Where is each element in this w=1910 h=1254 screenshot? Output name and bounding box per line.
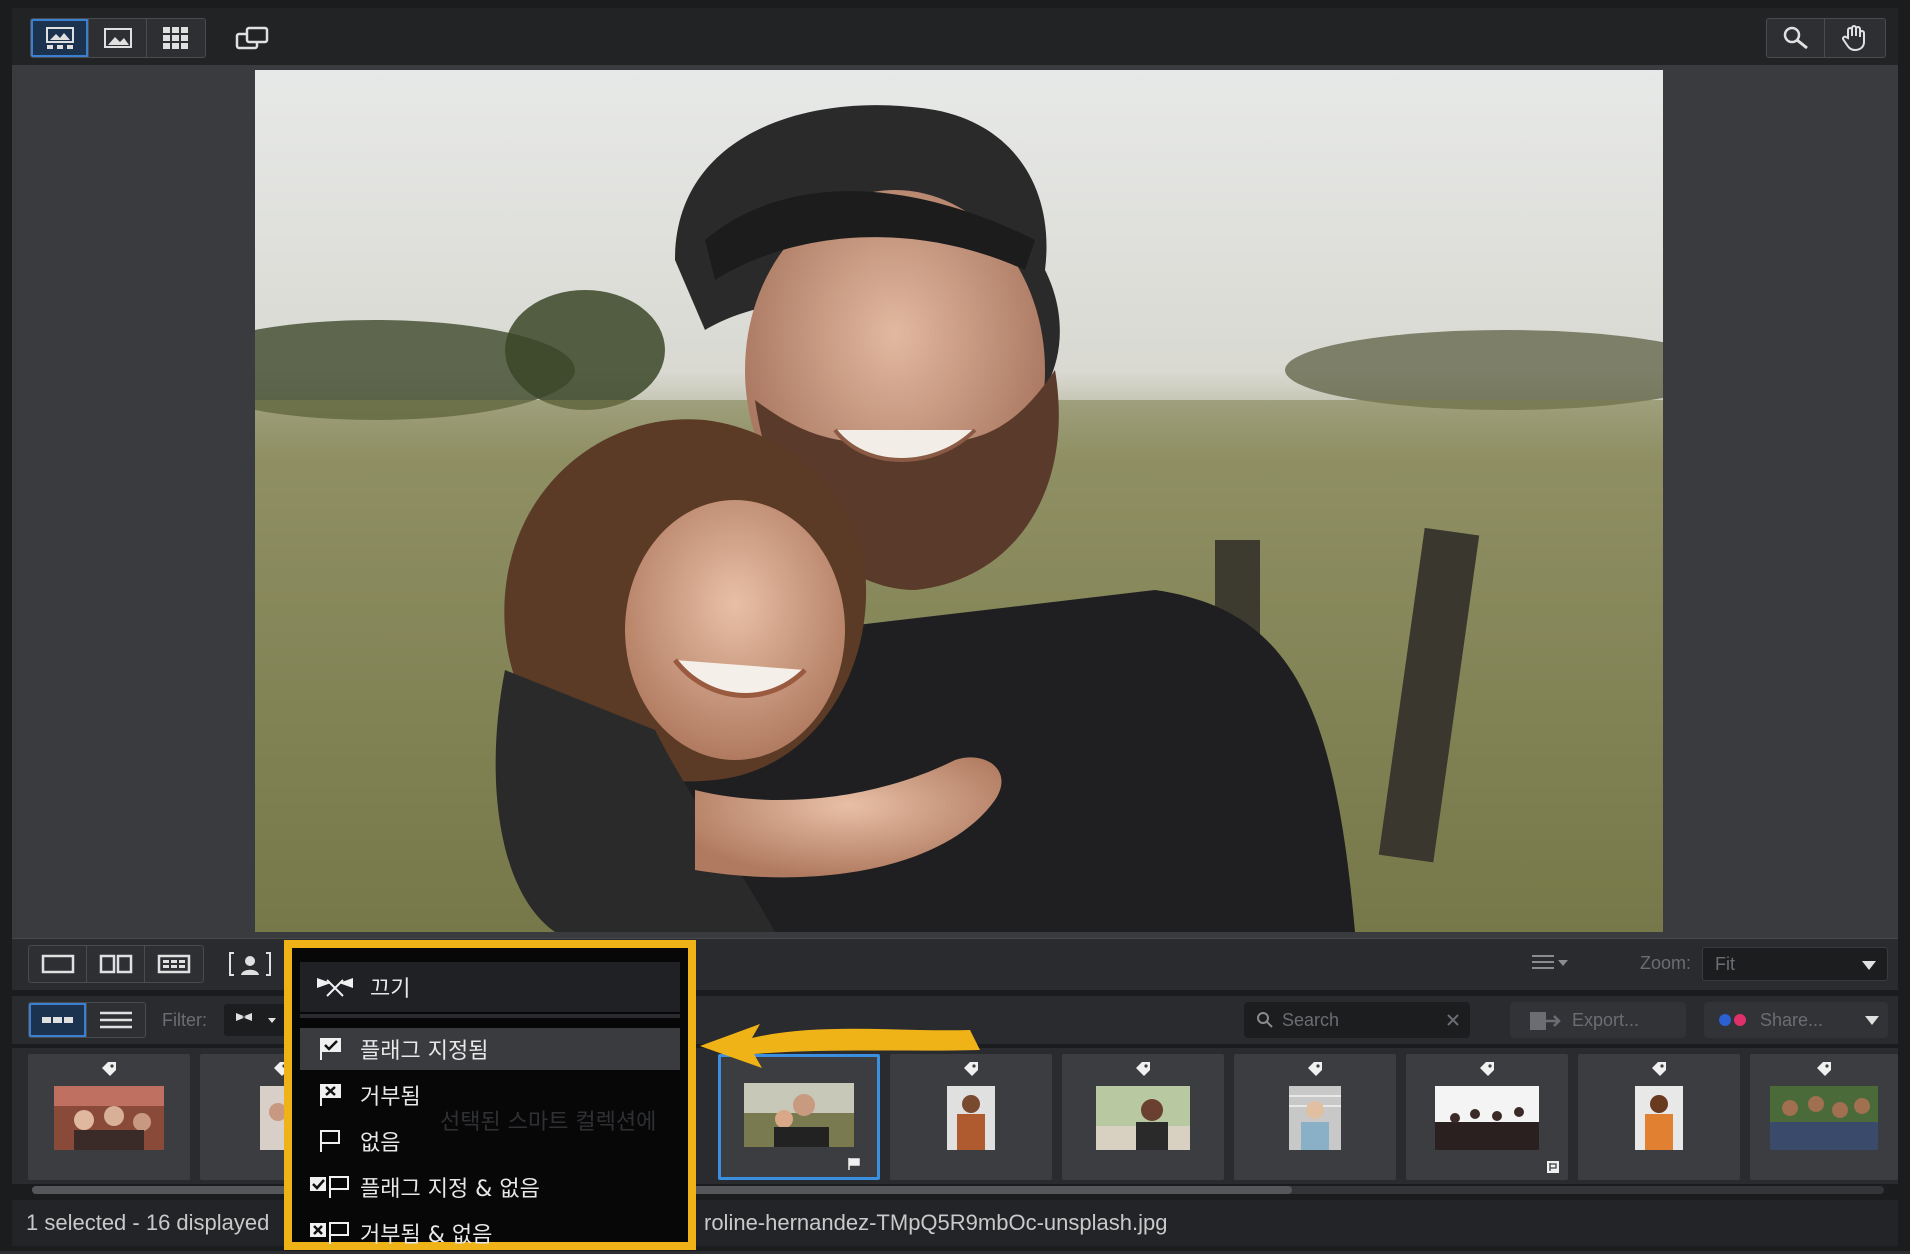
flag-menu-item-label: 플래그 지정됨	[360, 1039, 489, 1064]
unflagged-icon	[320, 1130, 340, 1152]
thumbnail-image	[54, 1086, 164, 1150]
grid-icon	[163, 27, 188, 49]
zoom-value: Fit	[1715, 954, 1735, 974]
list-view-button[interactable]	[87, 1003, 145, 1037]
strip-view-group	[28, 1002, 146, 1038]
chevron-down-icon[interactable]	[1864, 1014, 1880, 1026]
tag-icon	[1652, 1062, 1666, 1076]
zoom-tool-icon	[1783, 26, 1808, 50]
flag-menu-item-flagged[interactable]: 플래그 지정됨	[300, 1028, 680, 1070]
zoom-label: Zoom:	[1640, 953, 1692, 973]
view-mode-group	[30, 18, 206, 58]
sort-menu-button[interactable]	[1530, 951, 1570, 979]
tool-group	[1766, 18, 1886, 58]
thumbnail-image	[1096, 1086, 1190, 1150]
thumbnail-image	[744, 1083, 854, 1147]
layout-single-button[interactable]	[29, 946, 87, 982]
single-image-icon	[103, 28, 132, 48]
search-field[interactable]: Search	[1244, 1002, 1470, 1038]
tag-icon	[1817, 1062, 1831, 1076]
single-image-button[interactable]	[89, 19, 147, 57]
flagged-icon	[320, 1038, 341, 1060]
export-button[interactable]: Export...	[1510, 1002, 1686, 1038]
zoom-select[interactable]: Fit	[1702, 947, 1888, 981]
filmstrip-view-button[interactable]	[29, 1003, 87, 1037]
flag-icon	[1547, 1161, 1559, 1173]
tag-icon	[1308, 1062, 1322, 1076]
rejected-icon	[320, 1084, 341, 1106]
search-icon	[1257, 1012, 1273, 1028]
flag-menu-item-label: 거부됨	[360, 1085, 421, 1110]
file-name: roline-hernandez-TMpQ5R9mbOc-unsplash.jp…	[704, 1210, 1168, 1235]
sort-menu-icon	[1532, 955, 1568, 969]
viewer-mode-button[interactable]	[31, 19, 89, 57]
flag-menu-off[interactable]: 끄기	[300, 962, 680, 1012]
flags-off-icon	[317, 978, 353, 997]
flag-icon	[848, 1158, 860, 1170]
two-pane-icon	[99, 954, 132, 974]
top-toolbar	[12, 8, 1898, 66]
thumbnail[interactable]	[1234, 1054, 1396, 1180]
layout-multi-button[interactable]	[145, 946, 203, 982]
clear-search-icon[interactable]	[1446, 1013, 1460, 1027]
thumbnail-image	[1435, 1086, 1539, 1150]
thumbnail[interactable]	[1578, 1054, 1740, 1180]
flags-icon	[236, 1013, 276, 1023]
tag-icon	[1480, 1062, 1494, 1076]
grid-view-button[interactable]	[147, 19, 205, 57]
photo-father-daughter-image	[255, 70, 1663, 932]
thumbnail[interactable]	[1406, 1054, 1568, 1180]
export-icon	[1530, 1012, 1561, 1030]
flag-menu-item-label: 없음	[360, 1131, 401, 1156]
tag-icon	[102, 1062, 116, 1076]
share-dots-icon	[1719, 1014, 1746, 1026]
filmstrip-icon	[41, 1017, 73, 1023]
face-detect-button[interactable]	[228, 949, 272, 983]
callout-arrow-icon	[700, 1024, 980, 1068]
share-button[interactable]: Share...	[1704, 1002, 1888, 1038]
hand-tool-icon	[1842, 25, 1865, 52]
layout-two-up-button[interactable]	[87, 946, 145, 982]
layout-group	[28, 945, 204, 983]
menu-divider	[300, 1014, 680, 1018]
flag-filter-button[interactable]	[224, 1004, 288, 1036]
compare-screens-icon	[235, 26, 269, 50]
share-label: Share...	[1760, 1010, 1824, 1030]
flag-menu-item-label: 플래그 지정 & 없음	[360, 1177, 540, 1202]
chevron-down-icon	[1862, 961, 1876, 970]
viewer-mode-icon	[45, 27, 74, 49]
hand-tool-button[interactable]	[1825, 19, 1883, 57]
main-photo[interactable]	[255, 70, 1663, 932]
thumbnail[interactable]	[1750, 1054, 1898, 1180]
thumbnail-image	[1289, 1086, 1341, 1150]
flag-menu-item-flagged-and-none[interactable]: 플래그 지정 & 없음	[300, 1166, 680, 1208]
thumbnail-image	[1635, 1086, 1683, 1150]
zoom-tool-button[interactable]	[1767, 19, 1825, 57]
flag-menu-item-label: 거부됨 & 없음	[360, 1223, 493, 1248]
selection-count: 1 selected - 16 displayed	[26, 1210, 270, 1235]
export-label: Export...	[1572, 1010, 1640, 1030]
thumbnail[interactable]	[1062, 1054, 1224, 1180]
flag-menu-header-label: 끄기	[370, 977, 411, 1002]
flagged-and-none-icon	[310, 1176, 349, 1198]
app-window: Zoom: Fit Filter: Search Export... Share…	[0, 0, 1910, 1251]
single-pane-icon	[41, 954, 74, 974]
multi-pane-icon	[157, 954, 191, 974]
flag-filter-menu: 끄기 플래그 지정됨 거부됨 없음 플래그 지정 & 없음 거부됨 & 없음	[284, 940, 696, 1250]
rejected-and-none-icon	[310, 1222, 349, 1244]
tag-icon	[1136, 1062, 1150, 1076]
smart-collection-hint-text: 선택된 스마트 컬렉션에	[440, 1110, 657, 1135]
face-frame-icon	[229, 952, 271, 976]
image-viewer	[12, 66, 1898, 938]
thumbnail-image	[1770, 1086, 1878, 1150]
compare-button[interactable]	[222, 18, 282, 58]
search-placeholder: Search	[1282, 1010, 1340, 1030]
filter-label: Filter:	[162, 1010, 207, 1030]
thumbnail-image	[947, 1086, 995, 1150]
flag-menu-item-rejected-and-none[interactable]: 거부됨 & 없음	[300, 1212, 680, 1254]
list-icon	[100, 1011, 132, 1029]
thumbnail[interactable]	[28, 1054, 190, 1180]
